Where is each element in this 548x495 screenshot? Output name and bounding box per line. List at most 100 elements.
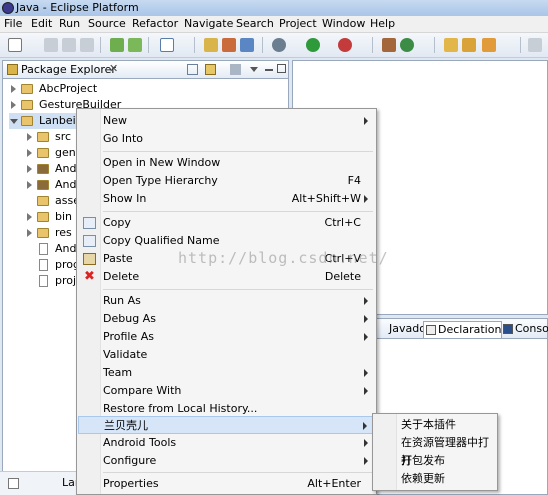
submenu-arrow-icon	[364, 315, 368, 323]
submenu-arrow-icon	[364, 457, 368, 465]
new-package-icon[interactable]	[382, 38, 396, 52]
expand-icon[interactable]	[11, 101, 16, 109]
menu-navigate[interactable]: Navigate	[184, 17, 233, 31]
delete-icon: ✖	[84, 269, 95, 284]
menu-item-lanbeikeer[interactable]: 兰贝壳儿	[78, 416, 375, 434]
open-folder-icon[interactable]	[444, 38, 458, 52]
tab-console[interactable]: Consol	[501, 321, 548, 338]
title-bar: Java - Eclipse Platform	[0, 0, 548, 16]
chevron-down-icon[interactable]	[250, 67, 258, 72]
expand-icon[interactable]	[11, 85, 16, 93]
menu-file[interactable]: File	[4, 17, 22, 31]
folder-icon	[37, 228, 49, 238]
menu-item-compare-with[interactable]: Compare With	[78, 382, 375, 400]
menu-refactor[interactable]: Refactor	[132, 17, 178, 31]
collapse-all-icon[interactable]	[187, 64, 198, 75]
debug-icon[interactable]	[272, 38, 286, 52]
view-menu-icon[interactable]	[230, 64, 241, 75]
avd-icon[interactable]	[128, 38, 142, 52]
menu-source[interactable]: Source	[88, 17, 126, 31]
menu-bar: File Edit Run Source Refactor Navigate S…	[0, 16, 548, 33]
minimize-icon[interactable]	[265, 69, 273, 71]
menu-item-go-into[interactable]: Go Into	[78, 130, 375, 148]
save-icon[interactable]	[44, 38, 58, 52]
file-icon	[39, 275, 48, 287]
menu-run[interactable]: Run	[59, 17, 80, 31]
menu-project[interactable]: Project	[279, 17, 317, 31]
junit-icon[interactable]	[222, 38, 236, 52]
menu-item-profile-as[interactable]: Profile As	[78, 328, 375, 346]
expand-icon[interactable]	[27, 229, 32, 237]
folder-icon	[37, 212, 49, 222]
menu-item-show-in[interactable]: Show In Alt+Shift+W	[78, 190, 375, 208]
menu-item-debug-as[interactable]: Debug As	[78, 310, 375, 328]
menu-item-open-type-hierarchy[interactable]: Open Type Hierarchy F4	[78, 172, 375, 190]
submenu-item-open-in-explorer[interactable]: 在资源管理器中打开	[401, 434, 497, 467]
submenu-item-dependency-update[interactable]: 依赖更新	[401, 470, 445, 488]
menu-item-copy[interactable]: Copy Ctrl+C	[78, 214, 375, 232]
maximize-icon[interactable]	[277, 64, 286, 73]
menu-item-run-as[interactable]: Run As	[78, 292, 375, 310]
console-icon	[503, 324, 513, 334]
menu-help[interactable]: Help	[370, 17, 395, 31]
submenu-item-package-publish[interactable]: 打包发布	[401, 452, 445, 470]
menu-search[interactable]: Search	[236, 17, 274, 31]
print-icon[interactable]	[80, 38, 94, 52]
file-icon	[39, 243, 48, 255]
open-type-icon[interactable]	[204, 38, 218, 52]
submenu-arrow-icon	[363, 422, 367, 430]
submenu-arrow-icon	[364, 439, 368, 447]
submenu-arrow-icon	[364, 117, 368, 125]
submenu-arrow-icon	[364, 297, 368, 305]
external-tools-icon[interactable]	[338, 38, 352, 52]
menu-item-copy-qualified-name[interactable]: Copy Qualified Name	[78, 232, 375, 250]
library-icon	[37, 164, 49, 174]
declaration-icon	[426, 325, 436, 335]
submenu-arrow-icon	[364, 387, 368, 395]
menu-edit[interactable]: Edit	[31, 17, 52, 31]
file-icon	[39, 259, 48, 271]
search-icon[interactable]	[462, 38, 476, 52]
new-icon[interactable]	[8, 38, 22, 52]
menu-item-validate[interactable]: Validate	[78, 346, 375, 364]
expand-icon[interactable]	[27, 149, 32, 157]
menu-item-open-new-window[interactable]: Open in New Window	[78, 154, 375, 172]
expand-icon[interactable]	[27, 165, 32, 173]
paste-icon	[83, 253, 96, 265]
close-icon[interactable]: ✕	[109, 62, 118, 75]
checkbox-icon[interactable]	[160, 38, 174, 52]
source-folder-icon	[37, 148, 49, 158]
android-sdk-icon[interactable]	[110, 38, 124, 52]
submenu-item-about[interactable]: 关于本插件	[401, 416, 456, 434]
new-class-icon[interactable]	[400, 38, 414, 52]
save-all-icon[interactable]	[62, 38, 76, 52]
submenu-arrow-icon	[364, 333, 368, 341]
pen-icon[interactable]	[482, 38, 496, 52]
menu-window[interactable]: Window	[322, 17, 365, 31]
task-icon[interactable]	[240, 38, 254, 52]
library-icon	[37, 180, 49, 190]
tab-declaration[interactable]: Declaration	[423, 321, 503, 338]
menu-item-properties[interactable]: Properties Alt+Enter	[78, 475, 375, 493]
package-explorer-tab[interactable]: Package Explorer ✕	[3, 61, 288, 79]
run-icon[interactable]	[306, 38, 320, 52]
link-editor-icon[interactable]	[205, 64, 216, 75]
nav-icon[interactable]	[528, 38, 542, 52]
expand-icon[interactable]	[27, 181, 32, 189]
menu-item-configure[interactable]: Configure	[78, 452, 375, 470]
expand-icon[interactable]	[27, 213, 32, 221]
context-menu: New Go Into Open in New Window Open Type…	[76, 108, 377, 495]
menu-item-team[interactable]: Team	[78, 364, 375, 382]
expand-icon[interactable]	[27, 133, 32, 141]
source-folder-icon	[37, 132, 49, 142]
project-icon	[21, 116, 33, 126]
submenu-arrow-icon	[364, 369, 368, 377]
menu-item-new[interactable]: New	[78, 112, 375, 130]
collapse-icon[interactable]	[10, 119, 18, 124]
menu-item-android-tools[interactable]: Android Tools	[78, 434, 375, 452]
submenu-arrow-icon	[364, 195, 368, 203]
project-icon	[21, 100, 33, 110]
menu-item-paste[interactable]: Paste Ctrl+V	[78, 250, 375, 268]
new-project-icon[interactable]	[8, 478, 19, 489]
menu-item-delete[interactable]: ✖ Delete Delete	[78, 268, 375, 286]
